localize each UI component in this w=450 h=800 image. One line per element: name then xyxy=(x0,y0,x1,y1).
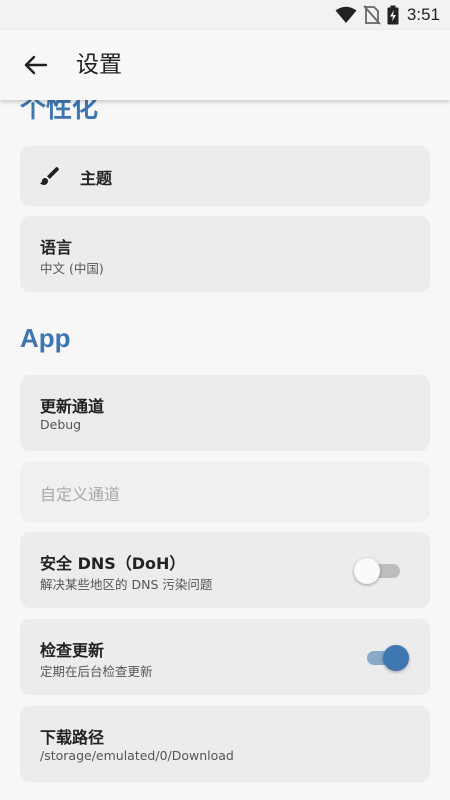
secure-dns-toggle[interactable] xyxy=(354,556,404,584)
check-updates-toggle[interactable] xyxy=(365,643,409,671)
update-channel-title: 更新通道 xyxy=(40,397,105,416)
download-path-title: 下载路径 xyxy=(40,728,105,747)
status-bar: 3:51 xyxy=(0,0,450,30)
check-updates-item[interactable]: 检查更新 定期在后台检查更新 xyxy=(20,619,430,695)
status-time: 3:51 xyxy=(406,5,440,24)
settings-list[interactable]: 个性化 主题 语言 中文 (中国) App 更新通道 Debug 自定义通道 安… xyxy=(0,100,450,800)
theme-item[interactable]: 主题 xyxy=(20,146,430,206)
language-title: 语言 xyxy=(40,238,73,257)
update-channel-value: Debug xyxy=(40,417,82,432)
language-item[interactable]: 语言 中文 (中国) xyxy=(20,216,430,292)
no-sim-icon xyxy=(363,5,381,25)
check-updates-subtitle: 定期在后台检查更新 xyxy=(40,664,153,679)
theme-title: 主题 xyxy=(80,169,113,188)
brush-icon xyxy=(40,167,59,185)
app-bar: 设置 xyxy=(0,30,450,100)
secure-dns-subtitle: 解决某些地区的 DNS 污染问题 xyxy=(40,577,213,592)
custom-channel-item[interactable]: 自定义通道 xyxy=(20,462,430,522)
secure-dns-item[interactable]: 安全 DNS（DoH） 解决某些地区的 DNS 污染问题 xyxy=(20,532,430,608)
battery-charging-icon xyxy=(387,5,399,25)
back-arrow-icon xyxy=(24,55,48,75)
section-header-personalization: 个性化 xyxy=(20,100,99,123)
update-channel-item[interactable]: 更新通道 Debug xyxy=(20,375,430,451)
toggle-thumb xyxy=(354,558,380,584)
custom-channel-placeholder: 自定义通道 xyxy=(40,485,121,504)
back-button[interactable] xyxy=(16,45,56,85)
check-updates-title: 检查更新 xyxy=(40,641,105,660)
secure-dns-title: 安全 DNS（DoH） xyxy=(40,554,186,573)
wifi-icon xyxy=(335,6,357,23)
download-path-value: /storage/emulated/0/Download xyxy=(40,748,234,763)
section-header-app: App xyxy=(20,323,71,353)
page-title: 设置 xyxy=(76,52,122,78)
status-icons: 3:51 xyxy=(335,0,440,30)
language-value: 中文 (中国) xyxy=(40,261,104,276)
toggle-thumb xyxy=(383,645,409,671)
download-path-item[interactable]: 下载路径 /storage/emulated/0/Download xyxy=(20,706,430,782)
